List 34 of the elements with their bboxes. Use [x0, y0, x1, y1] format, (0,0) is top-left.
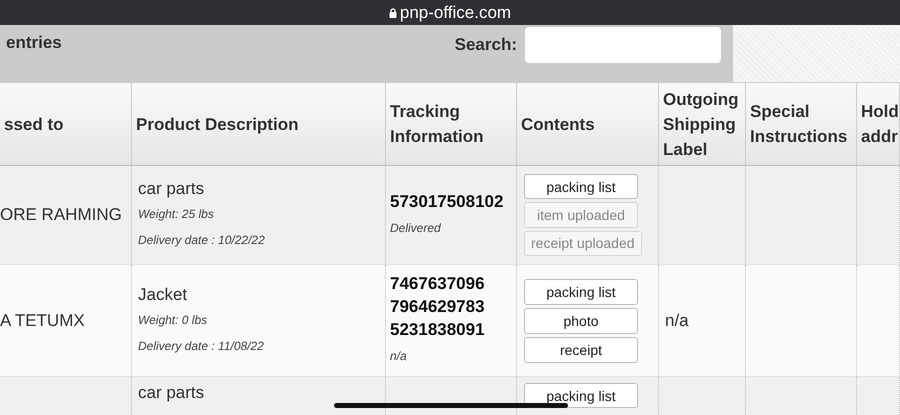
column-header[interactable]: Hold addr — [857, 82, 900, 166]
column-header[interactable]: Special Instructions — [746, 82, 857, 166]
table-cell — [857, 377, 900, 415]
search-field[interactable] — [525, 27, 721, 63]
search-label: Search: — [454, 35, 517, 55]
column-header[interactable]: ssed to — [0, 82, 132, 166]
column-header[interactable]: Outgoing Shipping Label — [659, 82, 746, 166]
content-button[interactable]: packing list — [524, 383, 638, 408]
content-button[interactable]: receipt — [524, 336, 638, 362]
tracking-number: 5231838091 — [390, 320, 486, 340]
content-button[interactable]: photo — [524, 308, 638, 334]
weight-text: Weight: 25 lbs — [138, 206, 215, 223]
column-header[interactable]: Product Description — [132, 82, 386, 166]
delivery-date: Delivery date : 11/08/22 — [138, 338, 265, 354]
tracking-number: 7467637096 — [390, 274, 486, 294]
tracking-status: n/a — [390, 348, 408, 365]
column-header[interactable]: Contents — [517, 82, 659, 166]
tracking-status: Delivered — [390, 220, 442, 236]
tracking-number: 7964629783 — [390, 297, 486, 317]
content-button[interactable]: packing list — [524, 278, 638, 304]
product-name: Jacket — [138, 284, 188, 304]
content-button[interactable]: packing list — [524, 174, 638, 200]
shipping-label-text: n/a — [665, 310, 690, 330]
recipient-name: ORE RAHMING — [0, 205, 123, 225]
product-name: car parts — [138, 383, 206, 403]
entries-label: entries — [6, 33, 62, 53]
delivery-date: Delivery date : 10/22/22 — [138, 232, 266, 249]
recipient-name: A TETUMX — [0, 310, 86, 330]
url-text[interactable]: pnp-office.com — [400, 2, 512, 22]
column-header[interactable]: Tracking Information — [386, 82, 517, 166]
tracking-number: 573017508102 — [390, 192, 504, 212]
lock-icon — [388, 8, 397, 18]
product-name: car parts — [138, 179, 206, 199]
weight-text: Weight: 0 lbs — [138, 312, 208, 328]
